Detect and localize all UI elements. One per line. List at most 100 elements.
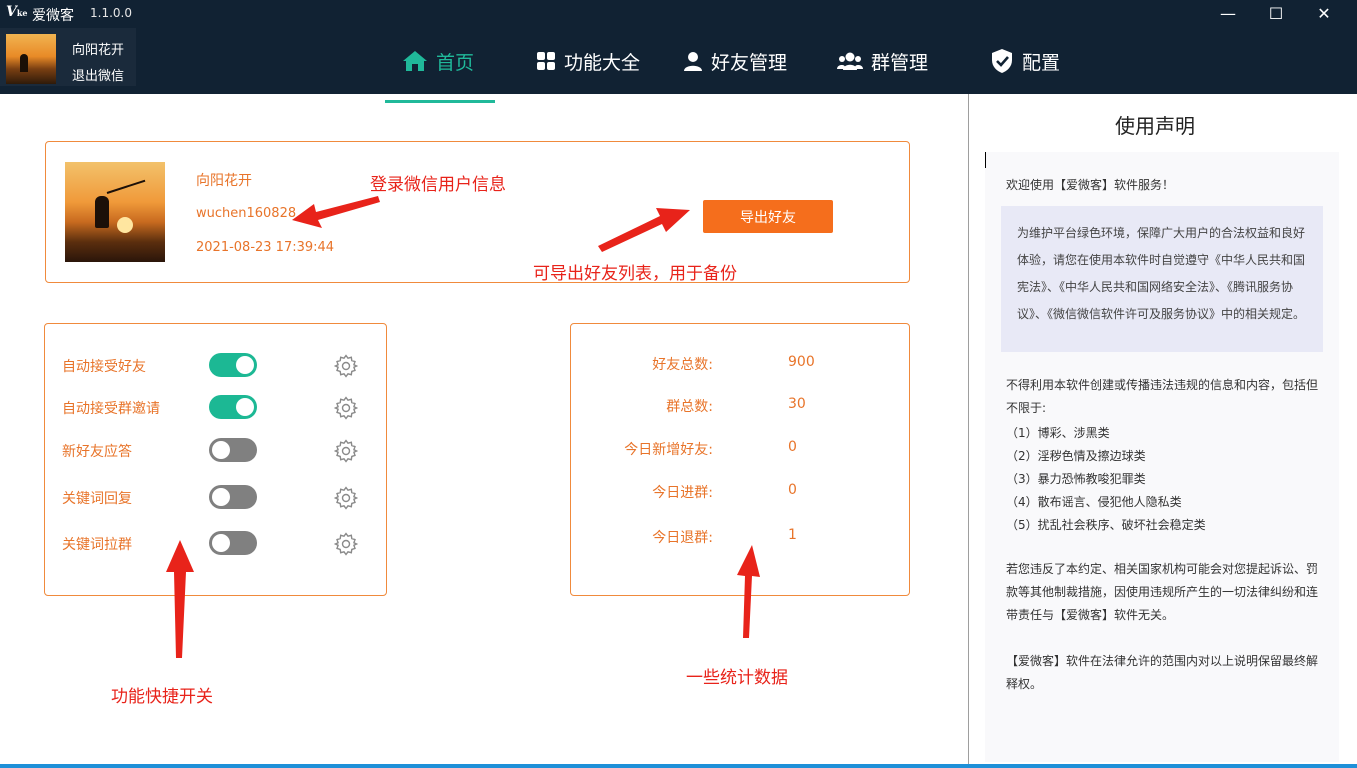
switch-label: 自动接受群邀请 [62, 401, 160, 417]
auto-accept-friend-toggle[interactable] [209, 353, 257, 377]
toggle-knob [212, 488, 230, 506]
keyword-group-invite-toggle[interactable] [209, 531, 257, 555]
user-nickname: 向阳花开 [196, 173, 252, 189]
app-title: 爱微客 [32, 8, 74, 24]
switch-row: 自动接受好友 [62, 353, 372, 379]
switch-label: 自动接受好友 [62, 359, 146, 375]
bottom-accent-bar [0, 764, 1357, 768]
users-icon [837, 52, 863, 70]
nav-tab-label: 首页 [436, 51, 475, 74]
nav-tab-friends[interactable]: 好友管理 [683, 44, 787, 78]
statistics-card: 好友总数: 900 群总数: 30 今日新增好友: 0 今日进群: 0 今日退群… [570, 323, 910, 596]
export-friends-button[interactable]: 导出好友 [703, 200, 833, 233]
nav-tab-label: 功能大全 [564, 51, 641, 74]
declaration-violation: 若您违反了本约定、相关国家机构可能会对您提起诉讼、罚款等其他制裁措施，因使用违规… [1006, 562, 1319, 622]
list-item: （3）暴力恐怖教唆犯罪类 [1006, 472, 1146, 486]
nav-tab-label: 群管理 [871, 51, 929, 74]
account-summary: 向阳花开 退出微信 [0, 28, 136, 86]
toggle-knob [212, 441, 230, 459]
switch-label: 新好友应答 [62, 444, 132, 460]
stat-label: 群总数: [666, 399, 713, 415]
switch-row: 关键词拉群 [62, 531, 372, 557]
app-version: 1.1.0.0 [90, 6, 132, 20]
stat-label: 今日新增好友: [624, 442, 713, 458]
user-info-card: 向阳花开 wuchen160828 2021-08-23 17:39:44 导出… [45, 141, 910, 283]
avatar [6, 34, 56, 84]
top-navbar: 向阳花开 退出微信 首页 功能大全 好友管理 群管理 配置 [0, 28, 1357, 103]
stat-row: 好友总数: 900 [571, 354, 911, 374]
toggle-knob [212, 534, 230, 552]
gear-icon[interactable] [334, 532, 358, 556]
stat-row: 今日进群: 0 [571, 482, 911, 502]
list-item: （1）博彩、涉黑类 [1006, 426, 1110, 440]
title-bar: Vke 爱微客 1.1.0.0 — ☐ ✕ [0, 0, 1357, 28]
keyword-reply-toggle[interactable] [209, 485, 257, 509]
app-logo-text: V [6, 4, 17, 20]
nav-tab-home[interactable]: 首页 [402, 44, 474, 78]
gear-icon[interactable] [334, 486, 358, 510]
list-item: （4）散布谣言、侵犯他人隐私类 [1006, 495, 1182, 509]
quick-switch-card: 自动接受好友 自动接受群邀请 新好友应答 关键词回复 关键词拉群 [44, 323, 387, 596]
stat-label: 今日退群: [652, 530, 713, 546]
shield-check-icon [992, 49, 1012, 73]
switch-label: 关键词拉群 [62, 537, 132, 553]
close-button[interactable]: ✕ [1314, 4, 1334, 24]
switch-row: 新好友应答 [62, 438, 372, 464]
avatar-sun [117, 217, 133, 233]
stat-value: 0 [788, 482, 797, 498]
declaration-welcome: 欢迎使用【爱微客】软件服务！ [1006, 178, 1175, 192]
nav-tab-features[interactable]: 功能大全 [536, 44, 640, 78]
account-nickname: 向阳花开 [72, 43, 125, 58]
declaration-textarea[interactable]: 欢迎使用【爱微客】软件服务！ 为维护平台绿色环境，保障广大用户的合法权益和良好体… [985, 152, 1339, 762]
annotation-user-info: 登录微信用户信息 [370, 175, 506, 195]
login-time: 2021-08-23 17:39:44 [196, 240, 335, 255]
user-avatar [65, 162, 165, 262]
declaration-highlight-box: 为维护平台绿色环境，保障广大用户的合法权益和良好体验，请您在使用本软件时自觉遵守… [1001, 206, 1323, 352]
declaration-panel: 使用声明 欢迎使用【爱微客】软件服务！ 为维护平台绿色环境，保障广大用户的合法权… [969, 94, 1357, 768]
declaration-intro: 不得利用本软件创建或传播违法违规的信息和内容，包括但不限于: [1006, 378, 1319, 415]
prohibited-list: （1）博彩、涉黑类 （2）淫秽色情及擦边球类 （3）暴力恐怖教唆犯罪类 （4）散… [1006, 422, 1206, 537]
auto-accept-group-invite-toggle[interactable] [209, 395, 257, 419]
avatar-figure [95, 196, 109, 228]
app-logo-sub: ke [16, 8, 28, 18]
stat-label: 好友总数: [652, 357, 713, 373]
avatar-rod [106, 179, 146, 194]
new-friend-reply-toggle[interactable] [209, 438, 257, 462]
stat-value: 1 [788, 527, 797, 543]
nav-tab-label: 好友管理 [711, 51, 788, 74]
toggle-knob [236, 398, 254, 416]
gear-icon[interactable] [334, 439, 358, 463]
text-caret [985, 152, 986, 168]
stat-row: 今日新增好友: 0 [571, 439, 911, 459]
app-window: Vke 爱微客 1.1.0.0 — ☐ ✕ 向阳花开 退出微信 首页 功能大全 … [0, 0, 1357, 768]
switch-row: 自动接受群邀请 [62, 395, 372, 421]
annotation-stats: 一些统计数据 [686, 668, 788, 688]
minimize-button[interactable]: — [1218, 4, 1238, 24]
nav-tab-config[interactable]: 配置 [990, 44, 1060, 78]
user-icon [684, 52, 702, 71]
logout-link[interactable]: 退出微信 [72, 65, 124, 84]
maximize-button[interactable]: ☐ [1266, 4, 1286, 24]
nav-tab-label: 配置 [1022, 51, 1061, 74]
annotation-switches: 功能快捷开关 [111, 687, 213, 707]
stat-value: 0 [788, 439, 797, 455]
stat-row: 群总数: 30 [571, 396, 911, 416]
app-logo: Vke [6, 4, 28, 20]
active-tab-indicator [385, 100, 495, 103]
stat-label: 今日进群: [652, 485, 713, 501]
stat-value: 900 [788, 354, 815, 370]
switch-label: 关键词回复 [62, 491, 132, 507]
declaration-title: 使用声明 [1115, 114, 1195, 138]
annotation-export: 可导出好友列表，用于备份 [533, 264, 737, 284]
list-item: （5）扰乱社会秩序、破坏社会稳定类 [1006, 518, 1206, 532]
toggle-knob [236, 356, 254, 374]
home-icon [403, 51, 427, 71]
gear-icon[interactable] [334, 354, 358, 378]
grid-icon [537, 52, 555, 70]
list-item: （2）淫秽色情及擦边球类 [1006, 449, 1146, 463]
stat-row: 今日退群: 1 [571, 527, 911, 547]
stat-value: 30 [788, 396, 806, 412]
gear-icon[interactable] [334, 396, 358, 420]
switch-row: 关键词回复 [62, 485, 372, 511]
nav-tab-groups[interactable]: 群管理 [837, 44, 928, 78]
